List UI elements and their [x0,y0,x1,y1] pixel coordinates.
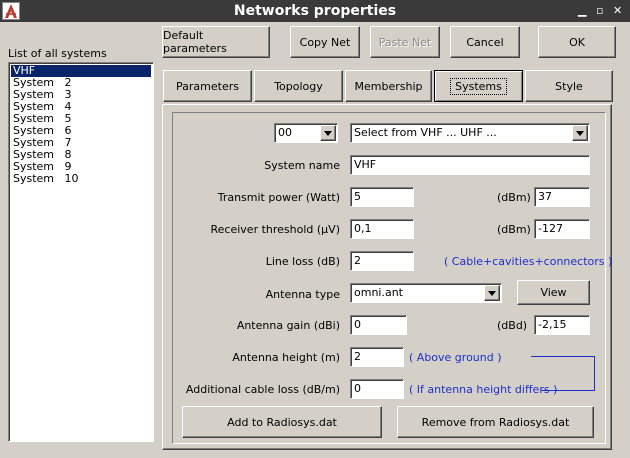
systems-list-label: List of all systems [8,47,107,60]
tab-topology[interactable]: Topology [254,70,343,102]
chevron-down-icon[interactable] [484,285,500,301]
ok-button[interactable]: OK [538,26,616,58]
note-bracket-bottom [541,390,595,391]
transmit-power-input[interactable]: 5 [350,187,414,207]
maximize-icon[interactable]: ▫ [596,4,603,17]
chevron-down-icon[interactable] [572,125,588,141]
tab-parameters[interactable]: Parameters [163,70,252,102]
preset-select[interactable]: Select from VHF ... UHF ... [350,123,590,143]
system-number-select[interactable]: 00 [274,123,338,143]
system-name-input[interactable]: VHF [350,155,590,175]
receiver-dbm-input[interactable]: -127 [534,219,590,239]
antenna-gain-label: Antenna gain (dBi) [236,319,340,332]
line-loss-note: ( Cable+cavities+connectors ) [444,255,613,268]
close-icon[interactable]: ✕ [613,4,622,17]
antenna-type-select[interactable]: omni.ant [350,283,502,303]
antenna-gain-input[interactable]: 0 [350,315,407,335]
title-bar: Networks properties ▁ ▫ ✕ [0,0,630,22]
note-bracket-side [594,356,595,390]
remove-from-radiosys-button[interactable]: Remove from Radiosys.dat [397,406,594,438]
networks-properties-window: Networks properties ▁ ▫ ✕ List of all sy… [0,0,630,458]
antenna-height-note: ( Above ground ) [409,351,502,364]
antenna-gain-dbd-label: (dBd) [497,319,528,332]
receiver-threshold-label: Receiver threshold (µV) [210,223,341,236]
view-antenna-button[interactable]: View [517,280,590,305]
tab-systems[interactable]: Systems [434,70,523,102]
system-name-label: System name [264,159,340,172]
line-loss-input[interactable]: 2 [350,251,414,271]
antenna-gain-dbd-input[interactable]: -2,15 [534,315,590,335]
antenna-height-input[interactable]: 2 [350,347,404,367]
transmit-power-label: Transmit power (Watt) [217,191,340,204]
copy-net-button[interactable]: Copy Net [290,26,360,58]
default-parameters-button[interactable]: Default parameters [162,26,270,58]
line-loss-label: Line loss (dB) [265,255,340,268]
receiver-dbm-label: (dBm) [497,223,531,236]
cancel-button[interactable]: Cancel [450,26,520,58]
minimize-icon[interactable]: ▁ [578,4,586,17]
transmit-dbm-input[interactable]: 37 [534,187,590,207]
note-bracket-top [531,356,595,357]
cable-loss-note: ( If antenna height differs ) [409,383,558,396]
system-list-item[interactable]: System 10 [11,173,151,185]
systems-list[interactable]: VHF System 2 System 3 System 4 System 5 Syste… [8,62,154,442]
paste-net-button: Paste Net [370,26,440,58]
antenna-height-label: Antenna height (m) [232,351,340,364]
chevron-down-icon[interactable] [320,125,336,141]
window-title: Networks properties [233,3,397,19]
antenna-type-label: Antenna type [265,288,340,301]
tab-style[interactable]: Style [525,70,613,102]
add-to-radiosys-button[interactable]: Add to Radiosys.dat [182,406,382,438]
cable-loss-input[interactable]: 0 [350,379,404,399]
receiver-threshold-input[interactable]: 0,1 [350,219,414,239]
cable-loss-label: Additional cable loss (dB/m) [185,383,340,396]
transmit-dbm-label: (dBm) [497,191,531,204]
tab-membership[interactable]: Membership [345,70,432,102]
